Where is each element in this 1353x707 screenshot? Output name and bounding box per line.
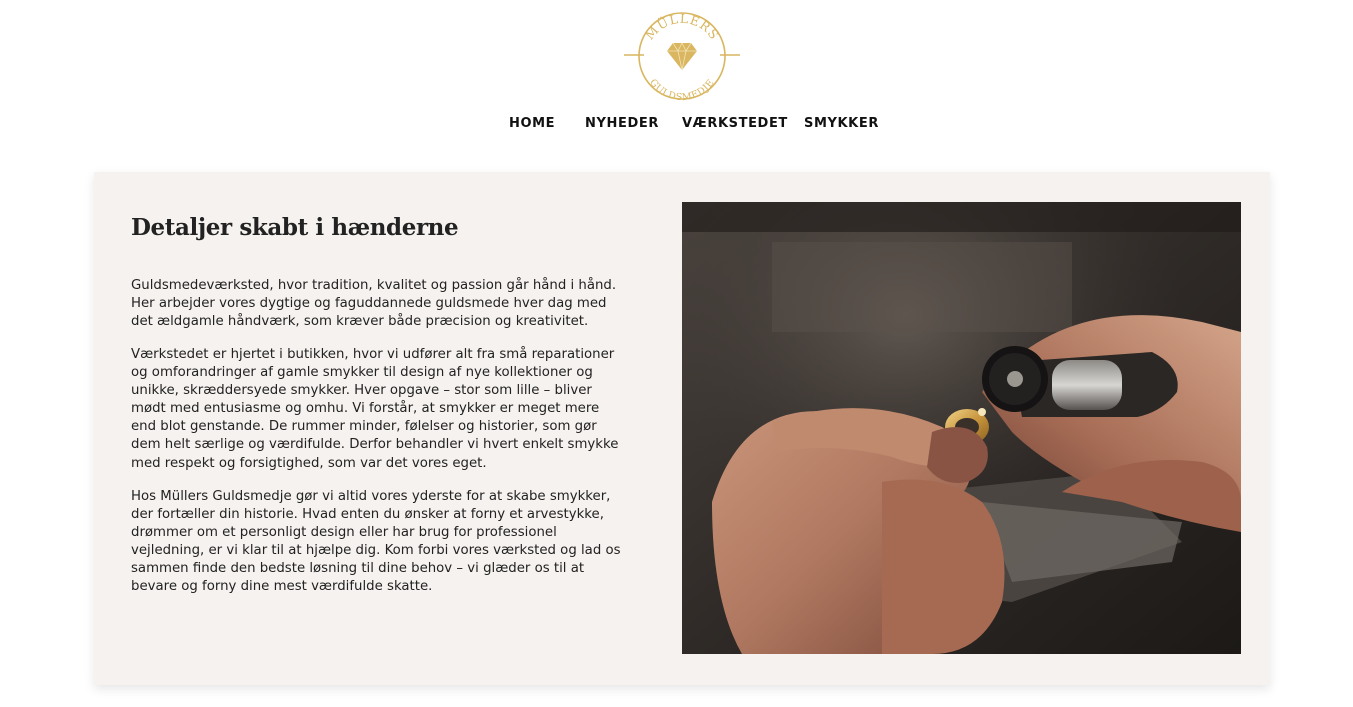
goldsmith-workshop-photo	[682, 202, 1241, 654]
main-nav: HOME NYHEDER VÆRKSTEDET SMYKKER	[0, 114, 1353, 134]
svg-text:GULDSMEDJE: GULDSMEDJE	[647, 77, 717, 102]
mullers-logo[interactable]: MÜLLERS GULDSMEDJE	[622, 10, 742, 102]
workshop-paragraph: Værkstedet er hjertet i butikken, hvor v…	[131, 347, 619, 471]
site-header: MÜLLERS GULDSMEDJE HOME NYHEDER VÆRKSTED…	[0, 0, 1353, 160]
logo-text-bottom: GULDSMEDJE	[647, 77, 716, 102]
svg-text:MÜLLERS: MÜLLERS	[642, 11, 723, 43]
diamond-icon	[667, 42, 697, 71]
workshop-section: Detaljer skabt i hænderne Guldsmedeværks…	[94, 172, 1270, 685]
nav-item-nyheder[interactable]: NYHEDER	[585, 114, 659, 134]
nav-item-smykker[interactable]: SMYKKER	[804, 114, 879, 134]
nav-item-home[interactable]: HOME	[509, 114, 555, 134]
intro-paragraph: Guldsmedeværksted, hvor tradition, kvali…	[131, 278, 617, 330]
section-title: Detaljer skabt i hænderne	[131, 214, 459, 241]
nav-item-vaerkstedet[interactable]: VÆRKSTEDET	[682, 114, 788, 134]
closing-paragraph: Hos Müllers Guldsmedje gør vi altid vore…	[131, 489, 621, 595]
logo-text-top: MÜLLERS	[642, 11, 722, 43]
